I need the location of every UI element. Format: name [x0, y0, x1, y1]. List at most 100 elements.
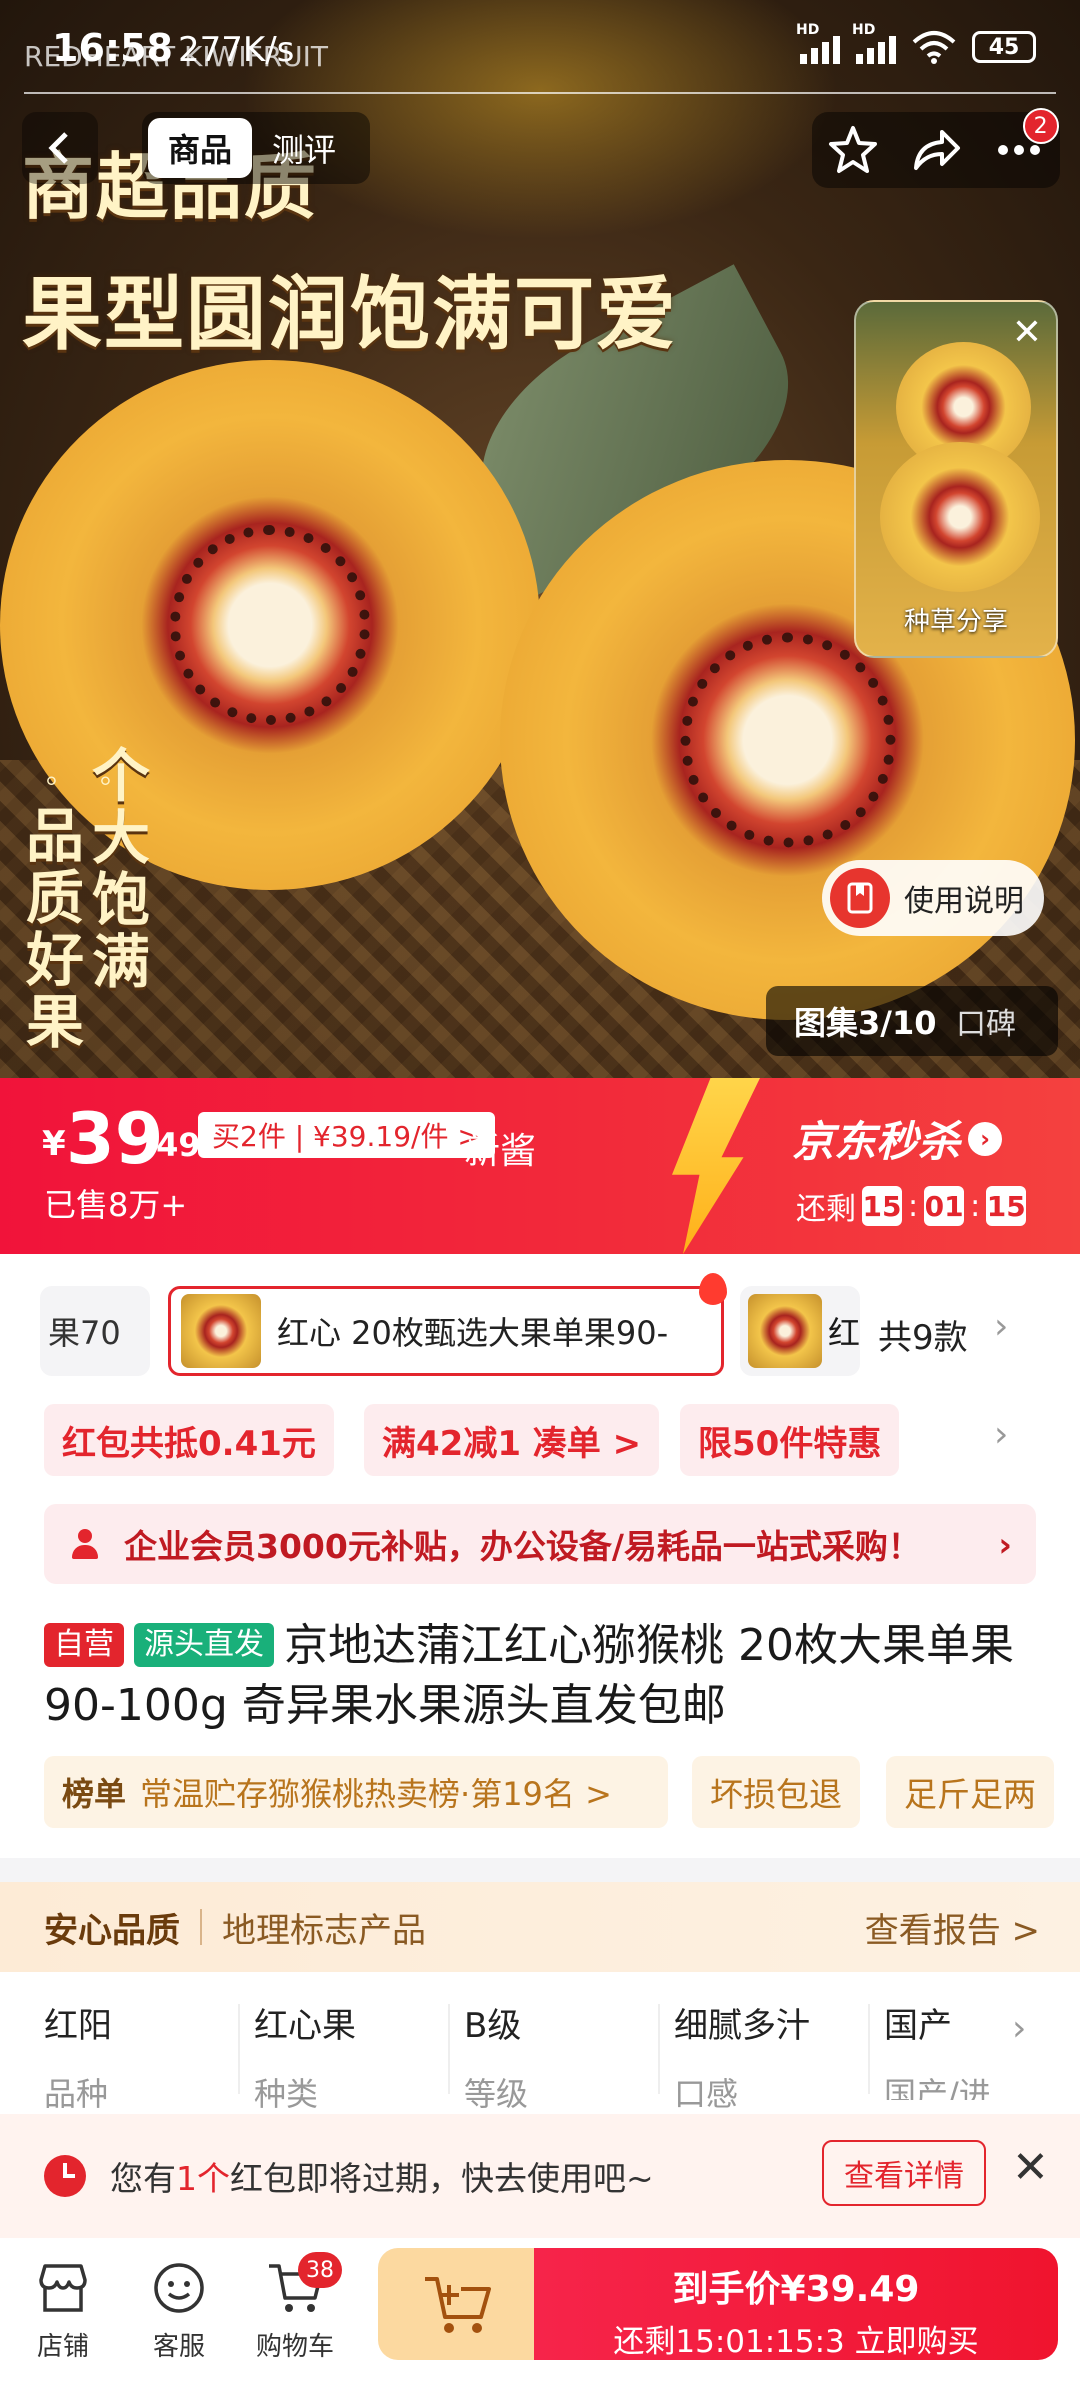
- cart-button[interactable]: 38 购物车: [240, 2252, 350, 2363]
- flash-sale-banner[interactable]: ¥ 39 .49 买2件 | ¥39.19/件 > 新酱 已售8万+ 京东秒杀 …: [0, 1078, 1080, 1254]
- self-operated-tag: 自营: [44, 1623, 124, 1667]
- status-net-speed: 277K/s: [178, 30, 295, 70]
- cart-label: 购物车: [255, 2332, 334, 2362]
- status-time: 16:58: [52, 26, 173, 70]
- promo-chip-redpacket[interactable]: 红包共抵0.41元: [44, 1404, 334, 1476]
- quality-title: 安心品质: [44, 1910, 180, 1951]
- buy-now-label: 还剩15:01:15:3 立即购买: [613, 2324, 979, 2360]
- person-icon: [70, 1529, 100, 1559]
- gallery-indicator[interactable]: 图集3/10 口碑: [766, 986, 1058, 1056]
- share-label: 种草分享: [903, 607, 1008, 637]
- attribute-item: B级 等级: [464, 1972, 674, 2113]
- cart-icon: 38: [240, 2252, 350, 2320]
- chevron-right-icon[interactable]: ›: [1012, 2008, 1026, 2049]
- quality-section-header[interactable]: 安心品质 地理标志产品 查看报告 >: [0, 1882, 1080, 1972]
- signal-icon: HD: [796, 22, 840, 64]
- guide-book-icon: [830, 868, 890, 928]
- share-icon: [913, 130, 960, 170]
- notice-suffix: 红包即将过期，快去使用吧~: [230, 2159, 654, 2198]
- view-report-link[interactable]: 查看报告 >: [865, 1903, 1040, 1952]
- sold-count: 已售8万+: [44, 1186, 188, 1224]
- variant-total[interactable]: 共9款: [878, 1310, 968, 1359]
- price-currency: ¥: [42, 1124, 66, 1164]
- status-divider: [24, 92, 1056, 94]
- hero-vertical-text-2: 品质好果: [25, 802, 84, 1056]
- gallery-count[interactable]: 图集3/10: [766, 998, 942, 1044]
- usage-label: 使用说明: [904, 884, 1024, 919]
- variant-option[interactable]: 果70: [40, 1286, 150, 1376]
- thumb-kiwi-2: [880, 442, 1040, 592]
- top-actions: 2: [812, 108, 1060, 188]
- product-title: 自营 源头直发 京地达蒲江红心猕猴桃 20枚大果单果90-100g 奇异果水果源头直…: [44, 1616, 1044, 1736]
- store-button[interactable]: 店铺: [8, 2256, 118, 2363]
- quality-subtitle: 地理标志产品: [222, 1910, 426, 1951]
- more-button[interactable]: 2: [989, 108, 1059, 180]
- variant-label: 红心 20枚甄选大果单果90-: [277, 1314, 669, 1352]
- back-button[interactable]: [22, 112, 98, 184]
- status-bar: REDHEART KIWIFRUIT 16:58 277K/s HD HD 45: [0, 0, 1080, 94]
- attribute-item: 红心果 种类: [254, 1972, 464, 2113]
- buy-now-button[interactable]: 到手价¥39.49 还剩15:01:15:3 立即购买: [534, 2248, 1058, 2360]
- store-icon: [8, 2256, 118, 2320]
- lightning-icon: [672, 1078, 760, 1254]
- close-icon[interactable]: ✕: [1012, 312, 1042, 353]
- chevron-right-icon: ›: [968, 1121, 1003, 1156]
- buy-two-offer[interactable]: 买2件 | ¥39.19/件 >: [198, 1112, 495, 1158]
- section-divider: [0, 1858, 1080, 1882]
- attribute-item: 红阳 品种: [44, 1972, 254, 2113]
- customer-service-button[interactable]: 客服: [124, 2256, 234, 2363]
- add-to-cart-button[interactable]: [378, 2248, 538, 2360]
- remain-label: 还剩: [796, 1192, 856, 1227]
- cart-count-badge: 38: [298, 2252, 342, 2288]
- promo-chip-discount[interactable]: 满42减1 凑单 >: [364, 1404, 660, 1476]
- favorite-button[interactable]: [823, 120, 883, 180]
- flash-brand: 京东秒杀: [792, 1117, 961, 1166]
- notice-count: 1个: [176, 2159, 230, 2198]
- countdown: 还剩 15 : 01 : 15: [796, 1184, 1027, 1228]
- notification-badge: 2: [1022, 108, 1059, 144]
- chat-smile-icon: [124, 2256, 234, 2320]
- hero-headline-2: 果型圆润饱满可爱: [22, 268, 678, 361]
- ranking-badge[interactable]: 榜单 常温贮存猕猴桃热卖榜·第19名 >: [44, 1756, 668, 1828]
- usage-guide-button[interactable]: 使用说明: [822, 860, 1044, 936]
- chevron-right-icon[interactable]: ›: [994, 1306, 1008, 1347]
- notice-prefix: 您有: [110, 2159, 176, 2198]
- wifi-icon: [912, 30, 956, 64]
- clock-icon: [44, 2155, 86, 2197]
- service-tag-full-weight[interactable]: 足斤足两: [886, 1756, 1054, 1828]
- price-overlay-text: 新酱: [464, 1131, 537, 1172]
- chevron-right-icon[interactable]: ›: [994, 1414, 1008, 1455]
- direct-source-tag: 源头直发: [134, 1623, 274, 1667]
- hot-icon: [699, 1273, 727, 1305]
- view-details-button[interactable]: 查看详情: [822, 2140, 986, 2206]
- attribute-item: 国产 国产/进: [884, 2006, 991, 2100]
- close-icon[interactable]: ✕: [1012, 2142, 1049, 2193]
- share-button[interactable]: [906, 120, 966, 180]
- tab-product[interactable]: 商品: [148, 118, 253, 178]
- variant-option[interactable]: 红: [740, 1286, 860, 1376]
- enterprise-text: 企业会员3000元补贴，办公设备/易耗品一站式采购！: [124, 1527, 921, 1566]
- variant-option-selected[interactable]: 红心 20枚甄选大果单果90-: [168, 1273, 727, 1376]
- promo-chip-limited[interactable]: 限50件特惠: [680, 1404, 900, 1476]
- final-price-label: 到手价¥39.49: [672, 2269, 920, 2310]
- share-video-thumbnail[interactable]: ✕ 种草分享: [854, 300, 1058, 658]
- tab-review[interactable]: 测评: [252, 118, 356, 178]
- page-tabs: 商品 测评: [142, 112, 370, 184]
- variant-thumbnail: [748, 1294, 822, 1368]
- battery-icon: 45: [972, 31, 1036, 63]
- reviews-link[interactable]: 口碑: [942, 999, 1016, 1043]
- enterprise-banner[interactable]: 企业会员3000元补贴，办公设备/易耗品一站式采购！ ›: [44, 1504, 1036, 1584]
- service-label: 客服: [152, 2332, 205, 2362]
- bottom-action-bar: 店铺 客服 38 购物车 到手价¥39.49 还剩15:01:15:3 立即购买: [0, 2238, 1080, 2400]
- jd-flash-sale-link[interactable]: 京东秒杀 ›: [792, 1108, 1003, 1169]
- star-icon: [829, 126, 878, 173]
- divider: [200, 1909, 202, 1945]
- attribute-item: 细腻多汁 口感: [674, 1972, 884, 2113]
- attribute-list[interactable]: 红阳 品种 红心果 种类 B级 等级 细腻多汁 口感 国产 国产/进 ›: [0, 1972, 1080, 2113]
- countdown-seconds: 15: [986, 1186, 1027, 1226]
- chevron-right-icon: ›: [998, 1524, 1012, 1564]
- ranking-label: 榜单: [62, 1775, 127, 1813]
- redpacket-expiry-notice: 您有 1个 红包即将过期，快去使用吧~ 查看详情 ✕: [0, 2114, 1080, 2238]
- ranking-text: 常温贮存猕猴桃热卖榜·第19名 >: [140, 1775, 612, 1813]
- service-tag-damage-refund[interactable]: 坏损包退: [692, 1756, 860, 1828]
